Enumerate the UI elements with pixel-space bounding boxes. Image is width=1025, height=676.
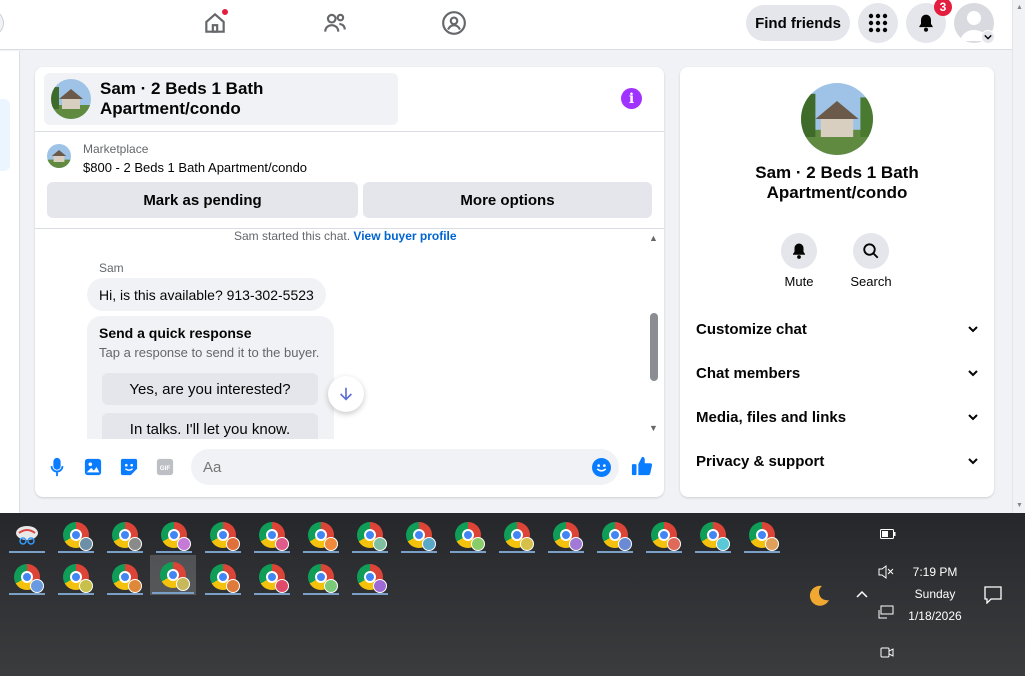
clock-time[interactable]: 7:19 PM	[895, 565, 975, 579]
chevron-down-icon[interactable]	[981, 30, 995, 44]
media-files-links-section[interactable]: Media, files and links	[696, 397, 978, 437]
sticker-icon[interactable]	[119, 457, 139, 477]
message-composer: GIF	[35, 447, 664, 487]
more-options-button[interactable]: More options	[363, 182, 652, 218]
taskbar-chrome-profile[interactable]	[203, 558, 243, 596]
thumbs-up-icon[interactable]	[631, 455, 653, 482]
scroll-to-bottom-button[interactable]	[328, 376, 364, 412]
page-scrollbar[interactable]: ▲ ▼	[1012, 0, 1025, 513]
taskbar-chrome-profile[interactable]	[644, 516, 684, 554]
sender-name: Sam	[99, 261, 124, 275]
taskbar-chrome-profile[interactable]	[105, 558, 145, 596]
taskbar-chrome-profile[interactable]	[595, 516, 635, 554]
marketplace-listing-thumbnail[interactable]	[47, 144, 71, 168]
clock-date[interactable]: 1/18/2026	[895, 609, 975, 623]
message-list[interactable]: Sam started this chat. View buyer profil…	[35, 229, 664, 439]
chevron-down-icon	[968, 370, 978, 377]
taskbar-chrome-profile[interactable]	[203, 516, 243, 554]
taskbar-chrome-profile[interactable]	[252, 558, 292, 596]
taskbar-chrome-profile[interactable]	[301, 558, 341, 596]
chat-started-notice: Sam started this chat. View buyer profil…	[234, 229, 457, 243]
mark-as-pending-button[interactable]: Mark as pending	[47, 182, 358, 218]
volume-muted-icon[interactable]	[878, 565, 894, 582]
view-buyer-profile-link[interactable]: View buyer profile	[353, 229, 456, 243]
groups-icon[interactable]	[436, 8, 472, 38]
listing-avatar	[801, 83, 873, 155]
taskbar-chrome-profile[interactable]	[497, 516, 537, 554]
show-hidden-icons-chevron-up-icon[interactable]	[856, 587, 868, 602]
taskbar-chrome-profile[interactable]	[56, 558, 96, 596]
photo-icon[interactable]	[83, 457, 103, 477]
message-bubble[interactable]: Hi, is this available? 913-302-5523	[87, 278, 326, 311]
message-input[interactable]	[191, 449, 619, 485]
chat-title: Sam · 2 Beds 1 Bath Apartment/condo	[100, 79, 264, 118]
notifications-bell-icon[interactable]: 3	[906, 0, 952, 43]
conversation-name: Sam · 2 Beds 1 Bath Apartment/condo	[755, 163, 919, 202]
network-icon[interactable]	[878, 605, 894, 622]
chevron-down-icon	[968, 458, 978, 465]
chat-header[interactable]: Sam · 2 Beds 1 Bath Apartment/condo	[44, 73, 398, 125]
top-navigation-bar: Find friends 3	[0, 0, 1012, 50]
gif-icon[interactable]: GIF	[155, 457, 175, 477]
taskbar-chrome-profile[interactable]	[301, 516, 341, 554]
mute-button[interactable]: Mute	[769, 233, 829, 289]
taskbar-chrome-profile[interactable]	[546, 516, 586, 554]
search-icon	[863, 243, 879, 259]
notification-count-badge: 3	[934, 0, 952, 16]
listing-thumbnail	[51, 79, 91, 119]
svg-text:GIF: GIF	[160, 465, 171, 472]
battery-icon[interactable]	[880, 527, 896, 542]
chevron-down-icon	[968, 326, 978, 333]
quick-response-subtitle: Tap a response to send it to the buyer.	[99, 345, 320, 360]
taskbar-app-snipping-tool[interactable]	[7, 516, 47, 554]
left-nav-handle[interactable]	[0, 10, 4, 36]
taskbar-chrome-profile[interactable]	[252, 516, 292, 554]
meet-now-icon[interactable]	[880, 645, 894, 662]
home-icon[interactable]	[197, 8, 233, 38]
quick-response-option[interactable]: In talks. I'll let you know.	[102, 413, 318, 439]
arrow-down-icon	[340, 387, 352, 401]
taskbar-chrome-profile[interactable]	[7, 558, 47, 596]
home-notification-dot	[221, 8, 229, 16]
menu-grid-icon[interactable]	[858, 3, 898, 43]
friends-icon[interactable]	[317, 8, 353, 38]
left-sidebar-edge	[0, 51, 20, 513]
clock-day[interactable]: Sunday	[895, 587, 975, 601]
microphone-icon[interactable]	[47, 457, 67, 477]
action-center-notification-icon[interactable]	[984, 586, 1002, 607]
chat-window: Sam · 2 Beds 1 Bath Apartment/condo i Ma…	[35, 67, 664, 497]
taskbar-chrome-profile[interactable]	[693, 516, 733, 554]
taskbar-chrome-profile[interactable]	[399, 516, 439, 554]
taskbar-chrome-profile[interactable]	[742, 516, 782, 554]
customize-chat-section[interactable]: Customize chat	[696, 309, 978, 349]
quick-response-title: Send a quick response	[99, 325, 252, 341]
conversation-info-panel: Sam · 2 Beds 1 Bath Apartment/condo Mute…	[680, 67, 994, 497]
info-icon[interactable]: i	[621, 88, 642, 109]
emoji-icon[interactable]	[592, 458, 611, 477]
search-button[interactable]: Search	[841, 233, 901, 289]
taskbar-chrome-profile[interactable]	[448, 516, 488, 554]
windows-taskbar: 7:19 PM Sunday 1/18/2026	[0, 513, 1025, 676]
marketplace-label: Marketplace	[83, 142, 149, 156]
find-friends-button[interactable]: Find friends	[746, 5, 850, 41]
chevron-down-icon	[968, 414, 978, 421]
taskbar-chrome-profile[interactable]	[154, 516, 194, 554]
quick-response-option[interactable]: Yes, are you interested?	[102, 373, 318, 405]
listing-title[interactable]: $800 - 2 Beds 1 Bath Apartment/condo	[83, 160, 307, 175]
chat-members-section[interactable]: Chat members	[696, 353, 978, 393]
taskbar-chrome-profile[interactable]	[350, 558, 390, 596]
taskbar-chrome-profile-active[interactable]	[150, 555, 196, 595]
bell-icon	[793, 243, 805, 259]
taskbar-chrome-profile[interactable]	[56, 516, 96, 554]
night-light-moon-icon[interactable]	[807, 584, 831, 611]
taskbar-chrome-profile[interactable]	[105, 516, 145, 554]
privacy-support-section[interactable]: Privacy & support	[696, 441, 978, 481]
message-scrollbar[interactable]: ▲ ▼	[647, 233, 661, 433]
taskbar-chrome-profile[interactable]	[350, 516, 390, 554]
quick-response-box: Send a quick response Tap a response to …	[87, 316, 334, 439]
